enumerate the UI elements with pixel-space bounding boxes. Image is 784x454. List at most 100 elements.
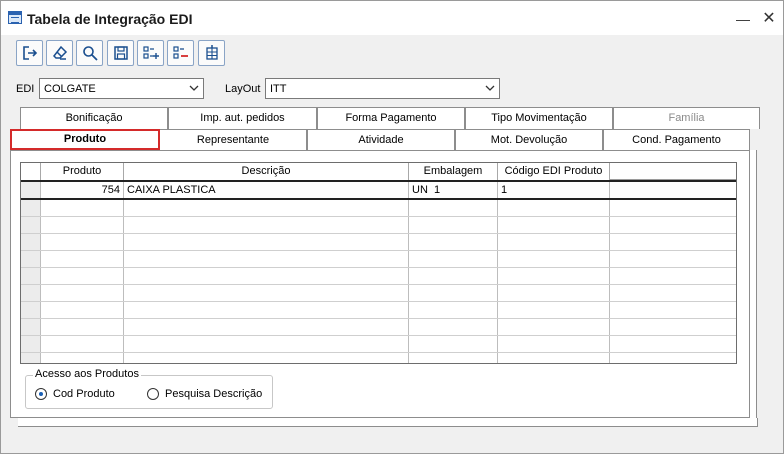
empty-cell[interactable] [409, 200, 498, 216]
table-row[interactable] [21, 353, 736, 363]
chevron-down-icon [189, 85, 199, 91]
tab-familia[interactable]: Família [613, 107, 760, 129]
table-row[interactable] [21, 217, 736, 234]
row-indicator[interactable] [21, 234, 41, 250]
table-row[interactable] [21, 251, 736, 268]
empty-cell[interactable] [498, 319, 610, 335]
empty-cell[interactable] [498, 251, 610, 267]
minimize-icon[interactable]: — [731, 8, 755, 30]
empty-cell[interactable] [498, 234, 610, 250]
empty-cell[interactable] [498, 285, 610, 301]
empty-cell[interactable] [409, 217, 498, 233]
tab-forma-pagamento[interactable]: Forma Pagamento [317, 107, 465, 129]
empty-cell[interactable] [41, 336, 124, 352]
row-indicator[interactable] [21, 336, 41, 352]
table-row[interactable] [21, 302, 736, 319]
row-indicator[interactable] [21, 217, 41, 233]
tab-bonificacao[interactable]: Bonificação [20, 107, 168, 129]
chevron-down-icon [485, 85, 495, 91]
radio-pesquisa-descricao-label: Pesquisa Descrição [165, 388, 263, 400]
row-indicator[interactable] [21, 353, 41, 363]
table-row[interactable]: 754 CAIXA PLASTICA UN 1 1 [21, 180, 736, 200]
row-indicator[interactable] [21, 182, 41, 198]
empty-cell[interactable] [41, 353, 124, 363]
empty-cell[interactable] [41, 251, 124, 267]
tab-cond-pagamento[interactable]: Cond. Pagamento [603, 129, 750, 151]
row-indicator[interactable] [21, 319, 41, 335]
empty-cell[interactable] [409, 336, 498, 352]
row-indicator[interactable] [21, 251, 41, 267]
empty-cell[interactable] [498, 217, 610, 233]
row-indicator[interactable] [21, 268, 41, 284]
empty-cell[interactable] [41, 285, 124, 301]
grid-settings-button[interactable] [198, 40, 225, 66]
empty-cell[interactable] [124, 200, 409, 216]
layout-label: LayOut [225, 83, 261, 95]
tab-atividade[interactable]: Atividade [307, 129, 455, 151]
empty-cell[interactable] [409, 353, 498, 363]
clear-button[interactable] [46, 40, 73, 66]
col-embalagem[interactable]: Embalagem [409, 163, 498, 180]
table-row[interactable] [21, 234, 736, 251]
empty-cell[interactable] [124, 285, 409, 301]
empty-cell[interactable] [409, 302, 498, 318]
cell-descricao[interactable]: CAIXA PLASTICA [124, 182, 409, 198]
radio-selected-icon[interactable] [35, 388, 47, 400]
empty-cell[interactable] [124, 268, 409, 284]
empty-cell[interactable] [409, 319, 498, 335]
table-row[interactable] [21, 268, 736, 285]
search-button[interactable] [76, 40, 103, 66]
empty-cell[interactable] [409, 251, 498, 267]
row-indicator[interactable] [21, 285, 41, 301]
empty-cell[interactable] [409, 234, 498, 250]
exit-button[interactable] [16, 40, 43, 66]
table-row[interactable] [21, 319, 736, 336]
layout-value: ITT [270, 83, 287, 95]
col-descricao[interactable]: Descrição [124, 163, 409, 180]
table-row[interactable] [21, 285, 736, 302]
empty-cell[interactable] [409, 268, 498, 284]
row-indicator[interactable] [21, 200, 41, 216]
col-produto[interactable]: Produto [41, 163, 124, 180]
empty-cell[interactable] [498, 268, 610, 284]
empty-cell[interactable] [124, 217, 409, 233]
close-icon[interactable]: ✕ [757, 8, 781, 30]
empty-cell[interactable] [41, 234, 124, 250]
cell-produto[interactable]: 754 [41, 182, 124, 198]
empty-cell[interactable] [41, 200, 124, 216]
cell-codigo-edi[interactable]: 1 [498, 182, 610, 198]
empty-cell[interactable] [41, 302, 124, 318]
empty-cell[interactable] [124, 353, 409, 363]
edi-select[interactable]: COLGATE [39, 78, 204, 99]
product-grid[interactable]: Produto Descrição Embalagem Código EDI P… [20, 162, 737, 364]
table-row[interactable] [21, 336, 736, 353]
empty-cell[interactable] [124, 251, 409, 267]
empty-cell[interactable] [498, 353, 610, 363]
empty-cell[interactable] [498, 200, 610, 216]
tab-produto[interactable]: Produto [10, 129, 160, 150]
panel-stack-edge-bottom [18, 418, 758, 427]
empty-cell[interactable] [498, 302, 610, 318]
tab-tipo-movimentacao[interactable]: Tipo Movimentação [465, 107, 613, 129]
save-button[interactable] [107, 40, 134, 66]
empty-cell[interactable] [124, 302, 409, 318]
empty-cell[interactable] [124, 319, 409, 335]
tab-mot-devolucao[interactable]: Mot. Devolução [455, 129, 603, 151]
radio-unselected-icon[interactable] [147, 388, 159, 400]
empty-cell[interactable] [409, 285, 498, 301]
add-row-button[interactable] [137, 40, 164, 66]
table-row[interactable] [21, 200, 736, 217]
empty-cell[interactable] [41, 268, 124, 284]
empty-cell[interactable] [41, 217, 124, 233]
col-codigo-edi[interactable]: Código EDI Produto [498, 163, 610, 180]
layout-select[interactable]: ITT [265, 78, 500, 99]
row-indicator[interactable] [21, 302, 41, 318]
empty-cell[interactable] [498, 336, 610, 352]
remove-row-button[interactable] [167, 40, 194, 66]
empty-cell[interactable] [124, 336, 409, 352]
empty-cell[interactable] [124, 234, 409, 250]
tab-imp-aut-pedidos[interactable]: Imp. aut. pedidos [168, 107, 317, 129]
tab-representante[interactable]: Representante [159, 129, 307, 151]
empty-cell[interactable] [41, 319, 124, 335]
cell-embalagem[interactable]: UN 1 [409, 182, 498, 198]
